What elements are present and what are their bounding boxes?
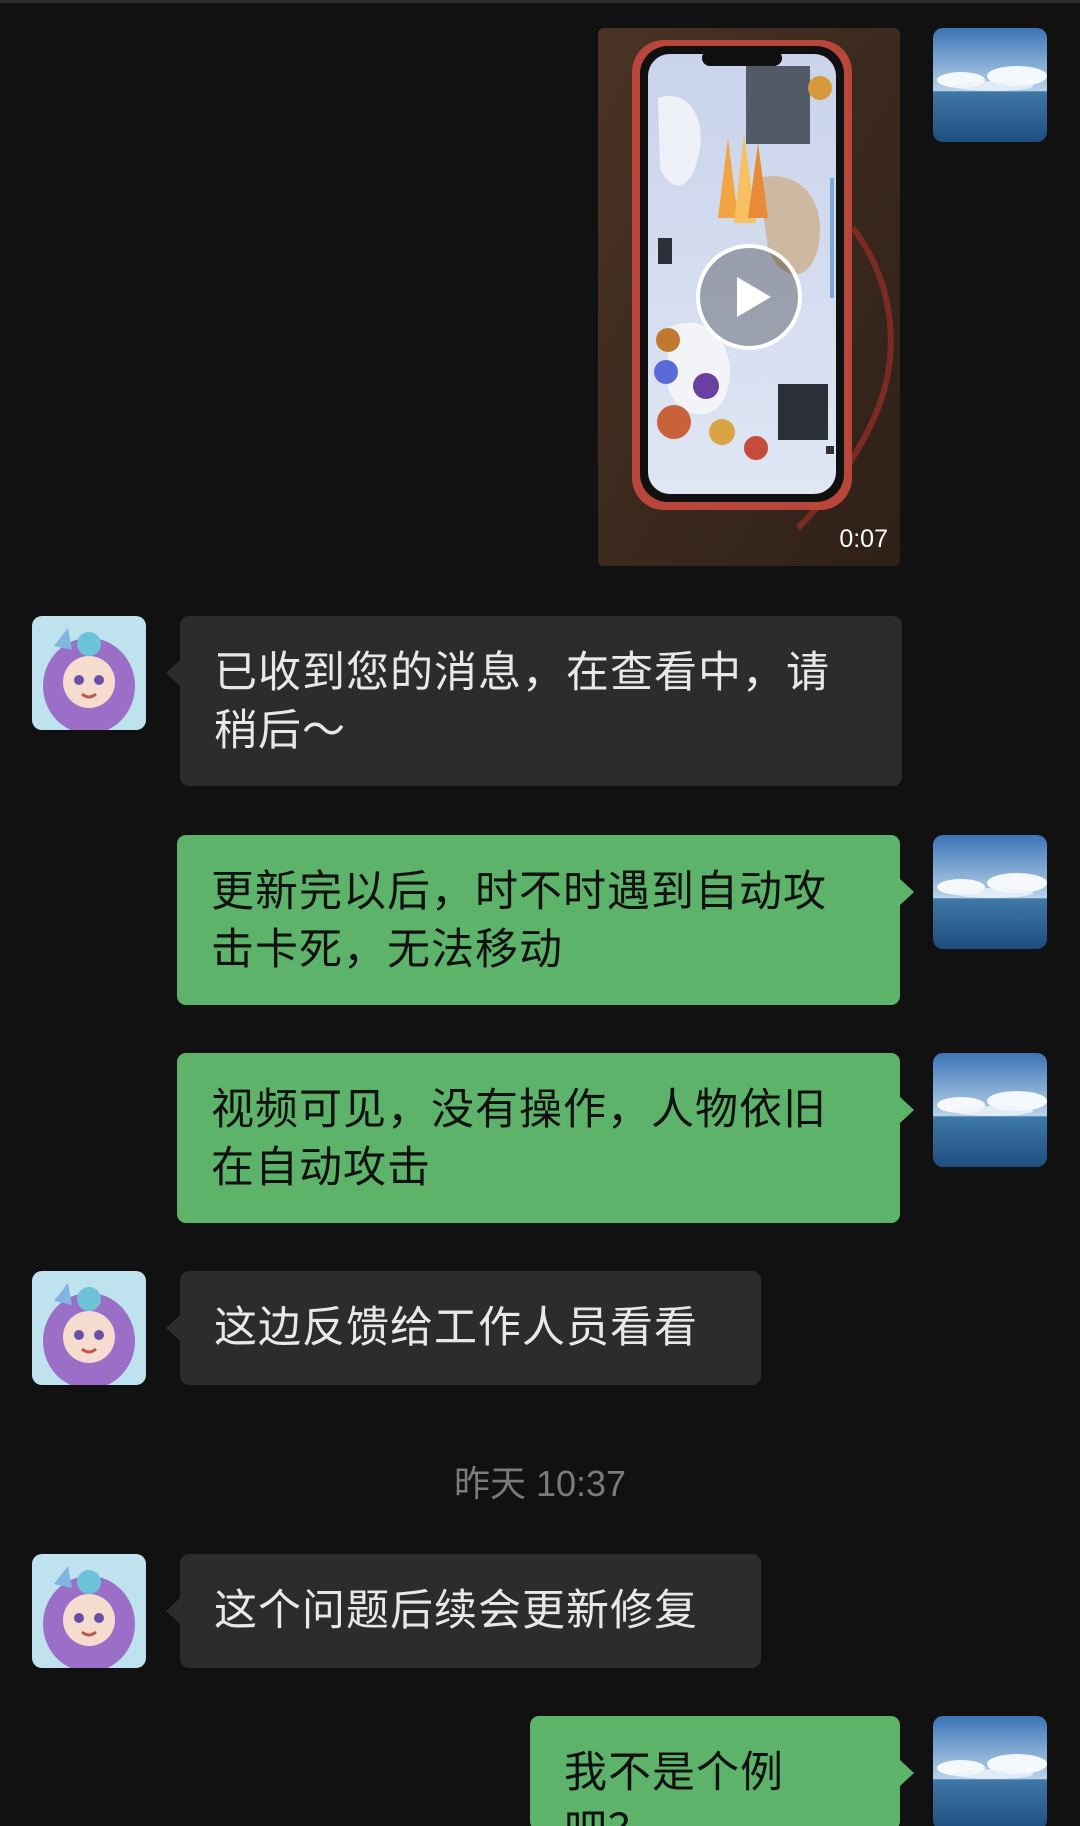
video-message[interactable]: 0:07 bbox=[598, 28, 900, 566]
other-avatar[interactable] bbox=[32, 616, 146, 730]
message-bubble-received[interactable]: 已收到您的消息，在查看中，请 稍后～ bbox=[166, 616, 902, 786]
message-bubble-sent[interactable]: 视频可见，没有操作，人物依旧 在自动攻击 bbox=[177, 1053, 914, 1223]
my-avatar[interactable] bbox=[933, 1716, 1047, 1826]
message-bubble-received[interactable]: 这个问题后续会更新修复 bbox=[166, 1554, 761, 1668]
message-timestamp: 昨天 10:37 bbox=[453, 1463, 627, 1504]
message-bubble-sent[interactable]: 更新完以后，时不时遇到自动攻 击卡死，无法移动 bbox=[177, 835, 914, 1005]
anime-character-avatar-icon bbox=[32, 616, 146, 730]
sky-ocean-avatar-icon bbox=[933, 28, 1047, 142]
my-avatar[interactable] bbox=[933, 1053, 1047, 1167]
sky-ocean-avatar-icon bbox=[933, 1053, 1047, 1167]
message-text: 更新完以后，时不时遇到自动攻 bbox=[211, 867, 827, 917]
my-avatar[interactable] bbox=[933, 835, 1047, 949]
my-avatar[interactable] bbox=[933, 28, 1047, 142]
other-avatar[interactable] bbox=[32, 1554, 146, 1668]
top-divider bbox=[0, 0, 1080, 3]
play-icon[interactable] bbox=[695, 243, 803, 351]
message-text: 这边反馈给工作人员看看 bbox=[214, 1303, 698, 1353]
other-avatar[interactable] bbox=[32, 1271, 146, 1385]
message-text: 这个问题后续会更新修复 bbox=[214, 1586, 698, 1636]
message-text: 击卡死，无法移动 bbox=[211, 925, 563, 975]
anime-character-avatar-icon bbox=[32, 1554, 146, 1668]
sky-ocean-avatar-icon bbox=[933, 835, 1047, 949]
message-text: 视频可见，没有操作，人物依旧 bbox=[211, 1085, 827, 1135]
sky-ocean-avatar-icon bbox=[933, 1716, 1047, 1826]
chat-window: 0:07 已收到您的消息，在查看中，请 稍后～ 更新完以后，时不时遇到自动攻 击… bbox=[0, 0, 1080, 1826]
message-text: 已收到您的消息，在查看中，请 bbox=[214, 648, 830, 698]
anime-character-avatar-icon bbox=[32, 1271, 146, 1385]
message-text: 在自动攻击 bbox=[211, 1143, 431, 1193]
message-text: 我不是个例吧？ bbox=[564, 1748, 784, 1826]
message-bubble-sent[interactable]: 我不是个例吧？ bbox=[530, 1716, 914, 1826]
message-bubble-received[interactable]: 这边反馈给工作人员看看 bbox=[166, 1271, 761, 1385]
message-text: 稍后～ bbox=[214, 706, 346, 756]
video-duration: 0:07 bbox=[839, 525, 888, 553]
